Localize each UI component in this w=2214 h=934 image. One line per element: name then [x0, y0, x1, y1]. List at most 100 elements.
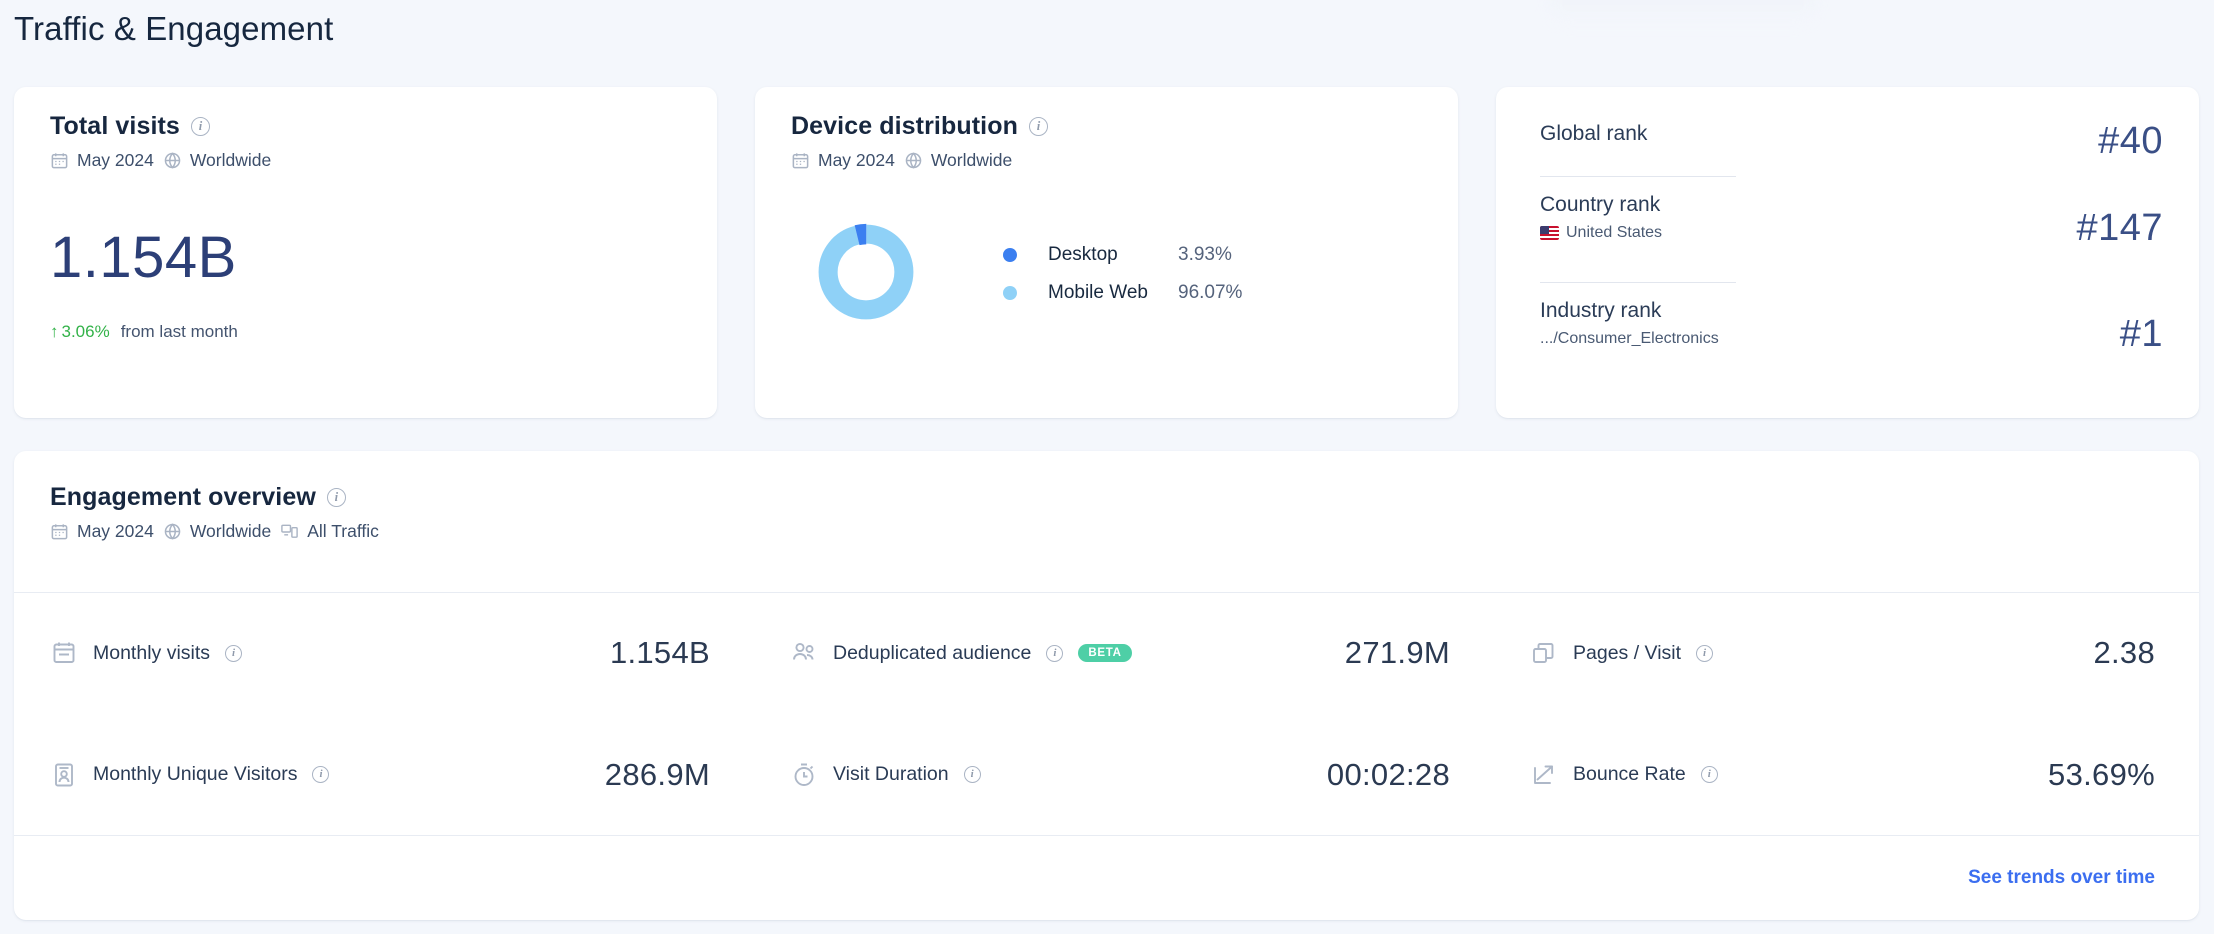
region-label: Worldwide	[190, 521, 271, 542]
legend-label-desktop: Desktop	[1048, 244, 1178, 266]
period-label: May 2024	[77, 521, 154, 542]
engagement-overview-card: Engagement overview i May 2024	[14, 451, 2199, 920]
globe-icon	[163, 151, 182, 170]
region-meta: Worldwide	[163, 521, 271, 542]
legend-value-desktop: 3.93%	[1178, 244, 1232, 266]
metric-bounce-rate: Bounce Rate i 53.69%	[1494, 714, 2199, 835]
legend-dot-mobile-web	[1003, 286, 1017, 300]
beta-badge: BETA	[1078, 644, 1131, 663]
region-label: Worldwide	[931, 150, 1012, 171]
info-icon[interactable]: i	[1701, 766, 1718, 783]
device-title: Device distribution	[791, 112, 1018, 141]
calendar-icon	[50, 522, 69, 541]
total-visits-title-row: Total visits i	[50, 112, 271, 141]
metric-value: 2.38	[2093, 635, 2155, 671]
industry-rank-value: #1	[2120, 315, 2163, 353]
stopwatch-icon	[790, 761, 818, 789]
total-visits-card: Total visits i May 2024	[14, 87, 717, 418]
metric-value: 1.154B	[610, 635, 710, 671]
period-meta: May 2024	[50, 521, 154, 542]
delta-label: from last month	[121, 322, 238, 342]
page-title: Traffic & Engagement	[14, 10, 333, 48]
engagement-footer: See trends over time	[14, 835, 2199, 920]
info-icon[interactable]: i	[964, 766, 981, 783]
device-legend: Desktop 3.93% Mobile Web 96.07%	[1003, 236, 1242, 312]
info-icon[interactable]: i	[327, 488, 346, 507]
devices-icon	[280, 522, 299, 541]
country-rank-sub: United States	[1540, 224, 1662, 242]
info-icon[interactable]: i	[312, 766, 329, 783]
engagement-metrics-grid: Monthly visits i 1.154B Deduplicated aud…	[14, 592, 2199, 835]
us-flag-svg	[1540, 226, 1559, 240]
engagement-meta: May 2024 Worldwide All Traffic	[50, 521, 379, 542]
industry-rank-row: Industry rank .../Consumer_Electronics #…	[1540, 299, 2163, 353]
period-meta: May 2024	[791, 150, 895, 171]
period-label: May 2024	[77, 150, 154, 171]
metric-deduplicated-audience: Deduplicated audience i BETA 271.9M	[754, 592, 1494, 714]
engagement-title: Engagement overview	[50, 483, 316, 512]
legend-item-mobile-web: Mobile Web 96.07%	[1003, 274, 1242, 312]
industry-category[interactable]: .../Consumer_Electronics	[1540, 330, 1719, 348]
metric-label: Monthly Unique Visitors	[93, 763, 297, 786]
delta-percent: 3.06%	[62, 322, 110, 342]
device-donut-chart	[816, 222, 916, 327]
rank-divider-2	[1540, 282, 1736, 283]
region-meta: Worldwide	[904, 150, 1012, 171]
region-meta: Worldwide	[163, 150, 271, 171]
id-card-icon	[50, 761, 78, 789]
total-visits-delta: ↑ 3.06% from last month	[50, 322, 238, 342]
donut-svg	[816, 222, 916, 322]
country-rank-row: Country rank United States	[1540, 193, 2163, 247]
device-title-row: Device distribution i	[791, 112, 1048, 141]
country-rank-value: #147	[2076, 209, 2163, 247]
calendar-icon	[791, 151, 810, 170]
metric-pages-per-visit: Pages / Visit i 2.38	[1494, 592, 2199, 714]
traffic-meta: All Traffic	[280, 521, 379, 542]
country-rank-label: Country rank	[1540, 193, 1662, 217]
rank-divider-1	[1540, 176, 1736, 177]
bounce-arrow-icon	[1530, 761, 1558, 789]
metric-monthly-unique-visitors: Monthly Unique Visitors i 286.9M	[14, 714, 754, 835]
total-visits-meta: May 2024 Worldwide	[50, 150, 271, 171]
total-visits-title: Total visits	[50, 112, 180, 141]
device-distribution-card: Device distribution i May 2024	[755, 87, 1458, 418]
legend-item-desktop: Desktop 3.93%	[1003, 236, 1242, 274]
period-meta: May 2024	[50, 150, 154, 171]
industry-rank-sub: .../Consumer_Electronics	[1540, 330, 1719, 348]
industry-rank-label: Industry rank	[1540, 299, 1719, 323]
people-icon	[790, 639, 818, 667]
legend-dot-desktop	[1003, 248, 1017, 262]
metric-value: 271.9M	[1345, 635, 1450, 671]
legend-label-mobile-web: Mobile Web	[1048, 282, 1178, 304]
see-trends-over-time-link[interactable]: See trends over time	[1968, 867, 2155, 889]
globe-icon	[163, 522, 182, 541]
traffic-engagement-page: Traffic & Engagement Total visits i May …	[0, 0, 2214, 934]
info-icon[interactable]: i	[225, 645, 242, 662]
pages-icon	[1530, 639, 1558, 667]
top-floating-element	[1548, 0, 1818, 26]
arrow-up-icon: ↑	[50, 322, 59, 342]
traffic-label: All Traffic	[307, 521, 379, 542]
globe-icon	[904, 151, 923, 170]
info-icon[interactable]: i	[191, 117, 210, 136]
info-icon[interactable]: i	[1696, 645, 1713, 662]
info-icon[interactable]: i	[1046, 645, 1063, 662]
calendar-visits-icon	[50, 639, 78, 667]
metric-monthly-visits: Monthly visits i 1.154B	[14, 592, 754, 714]
info-icon[interactable]: i	[1029, 117, 1048, 136]
global-rank-label: Global rank	[1540, 122, 1647, 146]
metric-label: Monthly visits	[93, 642, 210, 665]
metric-value: 286.9M	[605, 757, 710, 793]
metric-label: Visit Duration	[833, 763, 949, 786]
metric-label: Deduplicated audience	[833, 642, 1031, 665]
metric-value: 00:02:28	[1327, 757, 1450, 793]
ranks-card: Global rank #40 Country rank	[1496, 87, 2199, 418]
global-rank-row: Global rank #40	[1540, 122, 2163, 160]
engagement-header: Engagement overview i May 2024	[50, 483, 379, 542]
us-flag-icon	[1540, 226, 1559, 240]
donut-slice-mobile-web	[828, 234, 904, 310]
period-label: May 2024	[818, 150, 895, 171]
device-meta: May 2024 Worldwide	[791, 150, 1048, 171]
country-name: United States	[1566, 224, 1662, 242]
calendar-icon	[50, 151, 69, 170]
